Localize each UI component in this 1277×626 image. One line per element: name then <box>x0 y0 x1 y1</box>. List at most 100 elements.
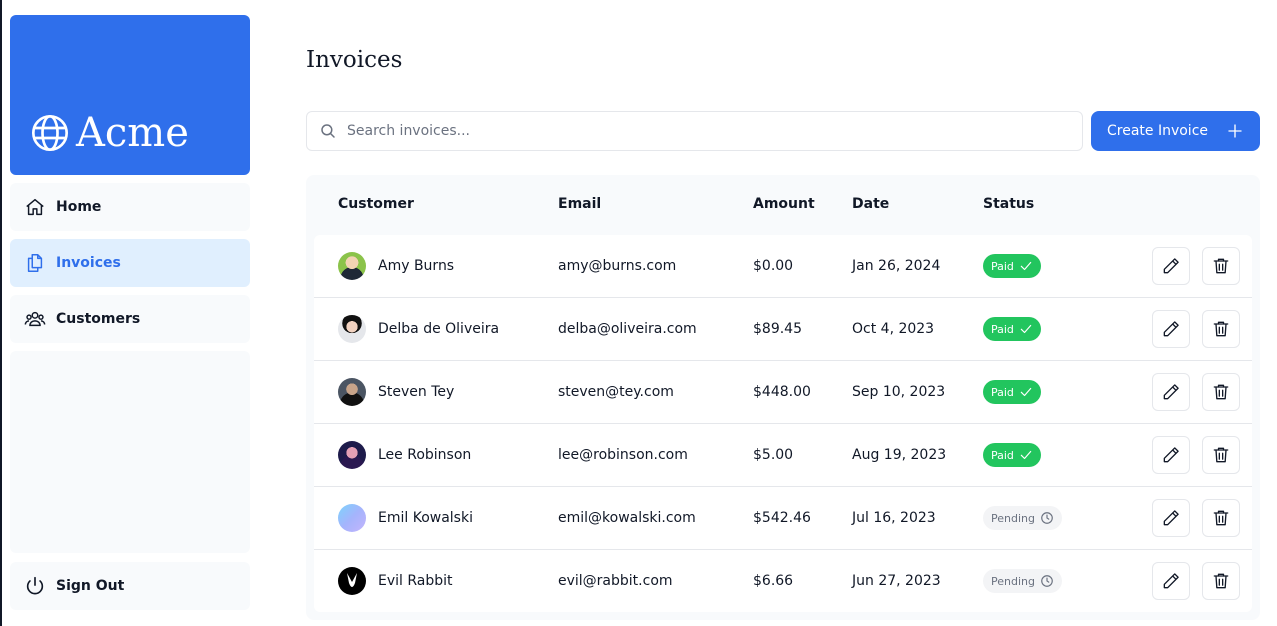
customer-email: lee@robinson.com <box>558 447 688 463</box>
brand-logo-panel[interactable]: Acme <box>10 15 250 175</box>
avatar <box>338 252 366 280</box>
table-row: Lee Robinson lee@robinson.com $5.00 Aug … <box>314 424 1252 487</box>
delete-invoice-button[interactable] <box>1202 247 1240 285</box>
invoice-date: Sep 10, 2023 <box>852 384 946 400</box>
sidebar-item-customers[interactable]: Customers <box>10 295 250 343</box>
delete-invoice-button[interactable] <box>1202 310 1240 348</box>
home-icon <box>26 198 44 216</box>
customer-name: Lee Robinson <box>378 447 472 463</box>
delete-invoice-button[interactable] <box>1202 562 1240 600</box>
window-edge <box>0 0 2 626</box>
edit-invoice-button[interactable] <box>1152 436 1190 474</box>
customer-name: Delba de Oliveira <box>378 321 500 337</box>
sign-out-label: Sign Out <box>56 578 125 594</box>
delete-invoice-button[interactable] <box>1202 436 1240 474</box>
date-cell: Aug 19, 2023 <box>852 424 946 486</box>
page-title: Invoices <box>306 47 403 73</box>
document-duplicate-icon <box>27 254 43 272</box>
status-cell: Pending <box>983 487 1062 549</box>
avatar <box>338 315 366 343</box>
sign-out-button[interactable]: Sign Out <box>10 562 250 610</box>
avatar <box>338 567 366 595</box>
edit-invoice-button[interactable] <box>1152 247 1190 285</box>
edit-invoice-button[interactable] <box>1152 373 1190 411</box>
check-icon <box>1020 324 1032 334</box>
table-row: Evil Rabbit evil@rabbit.com $6.66 Jun 27… <box>314 550 1252 613</box>
pencil-icon <box>1163 258 1179 274</box>
customer-email: delba@oliveira.com <box>558 321 697 337</box>
status-cell: Paid <box>983 361 1041 423</box>
invoice-date: Jul 16, 2023 <box>852 510 936 526</box>
email-cell: evil@rabbit.com <box>558 550 673 612</box>
invoice-amount: $0.00 <box>753 258 794 274</box>
invoice-date: Oct 4, 2023 <box>852 321 935 337</box>
status-cell: Pending <box>983 550 1062 612</box>
status-label: Pending <box>991 511 1035 525</box>
amount-cell: $6.66 <box>753 550 793 612</box>
invoice-date: Jan 26, 2024 <box>852 258 941 274</box>
customer-name: Amy Burns <box>378 258 455 274</box>
status-badge: Paid <box>983 443 1041 467</box>
edit-invoice-button[interactable] <box>1152 562 1190 600</box>
amount-cell: $89.45 <box>753 298 802 360</box>
customer-cell: Emil Kowalski <box>338 487 473 549</box>
column-header-date: Date <box>852 196 890 212</box>
table-row: Amy Burns amy@burns.com $0.00 Jan 26, 20… <box>314 235 1252 298</box>
status-label: Paid <box>991 259 1014 273</box>
trash-icon <box>1213 447 1229 463</box>
check-icon <box>1020 387 1032 397</box>
check-icon <box>1020 450 1032 460</box>
trash-icon <box>1213 573 1229 589</box>
sidebar-item-label: Home <box>56 199 102 215</box>
power-icon <box>26 576 44 595</box>
customer-name: Emil Kowalski <box>378 510 473 526</box>
status-cell: Paid <box>983 298 1041 360</box>
status-cell: Paid <box>983 235 1041 297</box>
sidebar-item-invoices[interactable]: Invoices <box>10 239 250 287</box>
brand-logo: Acme <box>30 111 189 155</box>
date-cell: Oct 4, 2023 <box>852 298 934 360</box>
brand-name: Acme <box>76 110 189 156</box>
amount-cell: $448.00 <box>753 361 811 423</box>
table-header: Customer Email Amount Date Status <box>306 175 1260 235</box>
search-input[interactable] <box>347 123 1047 139</box>
trash-icon <box>1213 321 1229 337</box>
avatar <box>338 441 366 469</box>
clock-icon <box>1041 575 1053 587</box>
email-cell: amy@burns.com <box>558 235 676 297</box>
status-badge: Paid <box>983 317 1041 341</box>
amount-cell: $5.00 <box>753 424 793 486</box>
sidebar-item-home[interactable]: Home <box>10 183 250 231</box>
edit-invoice-button[interactable] <box>1152 310 1190 348</box>
edit-invoice-button[interactable] <box>1152 499 1190 537</box>
users-icon <box>24 311 46 327</box>
customer-cell: Lee Robinson <box>338 424 471 486</box>
customer-cell: Amy Burns <box>338 235 454 297</box>
amount-cell: $542.46 <box>753 487 811 549</box>
table-body: Amy Burns amy@burns.com $0.00 Jan 26, 20… <box>314 235 1252 612</box>
customer-cell: Delba de Oliveira <box>338 298 499 360</box>
delete-invoice-button[interactable] <box>1202 373 1240 411</box>
status-label: Paid <box>991 322 1014 336</box>
plus-icon <box>1228 124 1242 138</box>
customer-name: Steven Tey <box>378 384 455 400</box>
invoice-amount: $5.00 <box>753 447 794 463</box>
customer-email: amy@burns.com <box>558 258 677 274</box>
create-invoice-button[interactable]: Create Invoice <box>1091 111 1260 151</box>
pencil-icon <box>1163 321 1179 337</box>
search-box[interactable] <box>306 111 1083 151</box>
invoices-table: Customer Email Amount Date Status Amy Bu… <box>306 175 1260 620</box>
email-cell: delba@oliveira.com <box>558 298 697 360</box>
invoice-amount: $448.00 <box>753 384 811 400</box>
date-cell: Jan 26, 2024 <box>852 235 940 297</box>
table-row: Emil Kowalski emil@kowalski.com $542.46 … <box>314 487 1252 550</box>
table-row: Delba de Oliveira delba@oliveira.com $89… <box>314 298 1252 361</box>
status-badge: Pending <box>983 569 1062 593</box>
column-header-amount: Amount <box>753 196 815 212</box>
table-row: Steven Tey steven@tey.com $448.00 Sep 10… <box>314 361 1252 424</box>
invoice-amount: $542.46 <box>753 510 811 526</box>
customer-email: evil@rabbit.com <box>558 573 673 589</box>
delete-invoice-button[interactable] <box>1202 499 1240 537</box>
avatar <box>338 504 366 532</box>
email-cell: emil@kowalski.com <box>558 487 696 549</box>
